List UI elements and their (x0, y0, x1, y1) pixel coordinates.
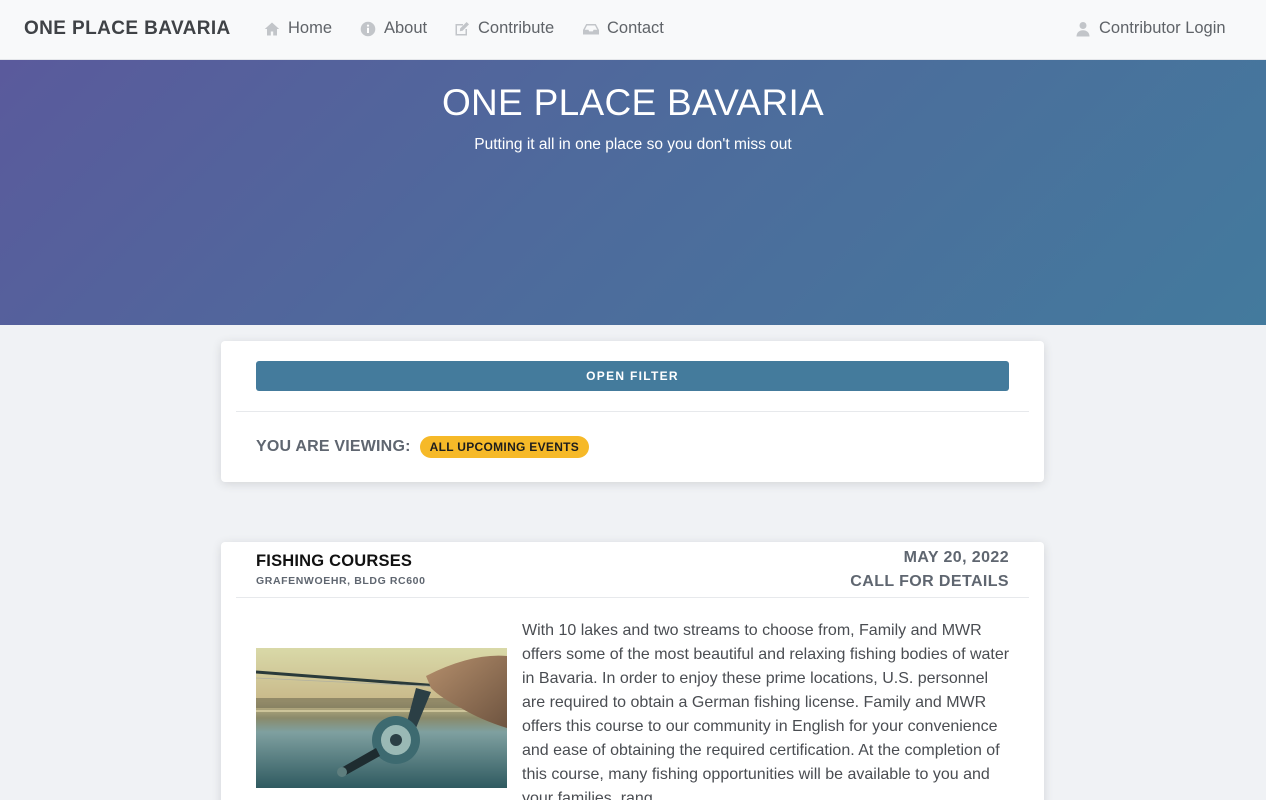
nav-item-label: Contact (607, 19, 664, 37)
hero-title: ONE PLACE BAVARIA (441, 82, 825, 123)
event-description: With 10 lakes and two streams to choose … (522, 622, 1010, 800)
hero-banner: ONE PLACE BAVARIA Putting it all in one … (0, 60, 1266, 325)
nav-item-label: Home (288, 19, 333, 37)
nav-item-home[interactable]: Home (264, 19, 332, 38)
info-icon (360, 21, 376, 36)
viewing-label: YOU ARE VIEWING: (256, 438, 411, 455)
viewing-status: YOU ARE VIEWING: ALL UPCOMING EVENTS (256, 436, 590, 458)
event-time: CALL FOR DETAILS (850, 573, 1009, 590)
filter-card: OPEN FILTER YOU ARE VIEWING: ALL UPCOMIN… (221, 341, 1044, 482)
divider (236, 411, 1029, 412)
hero-subtitle: Putting it all in one place so you don't… (474, 136, 792, 153)
top-navbar: ONE PLACE BAVARIA Home About Contribute … (0, 0, 1266, 60)
event-title[interactable]: FISHING COURSES (256, 552, 412, 571)
edit-icon (455, 21, 469, 35)
home-icon (264, 22, 280, 35)
nav-item-label: Contribute (478, 19, 555, 37)
nav-item-about[interactable]: About (360, 19, 427, 38)
divider (236, 597, 1029, 598)
brand-logo-text[interactable]: ONE PLACE BAVARIA (24, 18, 231, 40)
login-label: Contributor Login (1099, 19, 1226, 37)
nav-item-label: About (384, 19, 428, 37)
nav-item-contact[interactable]: Contact (583, 19, 664, 38)
contributor-login-link[interactable]: Contributor Login (1075, 19, 1226, 38)
user-icon (1076, 21, 1090, 36)
event-date: MAY 20, 2022 (903, 549, 1009, 566)
open-filter-button[interactable]: OPEN FILTER (256, 361, 1009, 391)
nav-item-contribute[interactable]: Contribute (454, 19, 554, 38)
event-image-fishing-reel (256, 648, 507, 788)
inbox-icon (583, 23, 599, 34)
event-location: GRAFENWOEHR, BLDG RC600 (256, 575, 426, 587)
viewing-badge: ALL UPCOMING EVENTS (419, 436, 590, 458)
event-card[interactable]: FISHING COURSES GRAFENWOEHR, BLDG RC600 … (221, 542, 1044, 800)
